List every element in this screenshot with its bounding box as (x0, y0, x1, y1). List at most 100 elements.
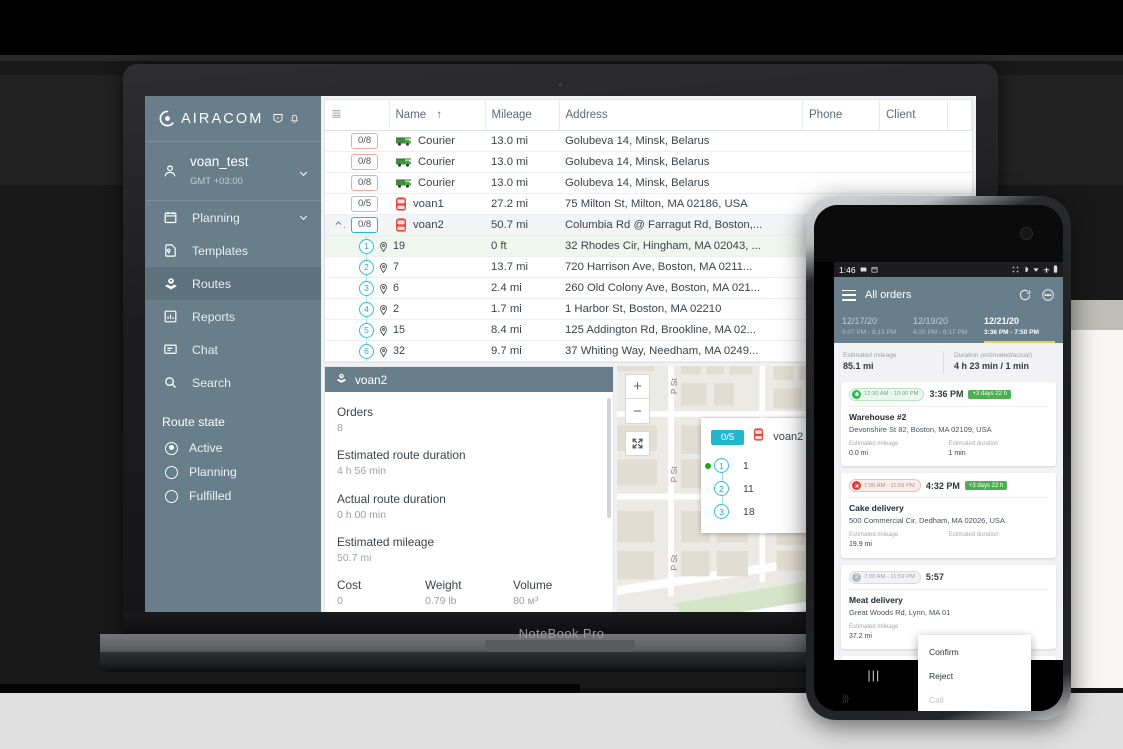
shield-icon[interactable] (272, 112, 284, 125)
screenshot-icon (860, 265, 867, 275)
date-tab[interactable]: 12/17/20 5:07 PM - 8:13 PM (842, 312, 913, 343)
bell-icon[interactable] (289, 112, 300, 125)
scrollbar[interactable] (607, 398, 611, 518)
stop-orders-count: 19 (393, 240, 406, 252)
sort-asc-icon[interactable]: ↑ (429, 109, 442, 121)
stat-label: Estimated duration (948, 532, 999, 539)
sidebar-item-search[interactable]: Search (145, 366, 321, 399)
sidebar-item-reports[interactable]: Reports (145, 300, 321, 333)
more-options-icon[interactable] (1041, 288, 1055, 302)
sidebar-item-routes[interactable]: Routes (145, 267, 321, 301)
order-stat-duration: Estimated duration (949, 531, 1049, 551)
do-not-disturb-icon (1022, 265, 1029, 275)
address-cell: Golubeva 14, Minsk, Belarus (559, 151, 803, 173)
name-cell: Courier (389, 130, 485, 152)
stat-value: 0.0 mi (849, 449, 869, 457)
popup-stop-value: 18 (743, 505, 755, 518)
route-state-label: Active (189, 441, 223, 456)
column-header-phone[interactable]: Phone (802, 100, 880, 131)
order-title: Meat delivery (849, 594, 903, 605)
field-value: 4 h 56 min (337, 465, 387, 478)
map-zoom-out-button[interactable]: − (625, 399, 650, 424)
chevron-up-icon[interactable] (331, 220, 343, 230)
popup-stop-value: 1 (743, 459, 749, 472)
route-state-option-planning[interactable]: Planning (145, 460, 321, 484)
row-end-cell (947, 130, 972, 152)
order-card[interactable]: 12:30 AM - 10:00 PM 3:36 PM +3 days 22 h… (841, 381, 1056, 467)
order-address: Great Woods Rd, Lynn, MA 01 (849, 607, 951, 617)
order-stats: Estimated mileage 19.9 mi Estimated dura… (849, 531, 1048, 551)
popup-stop-number: 1 (714, 458, 729, 473)
map-fullscreen-button[interactable] (625, 431, 650, 456)
column-settings-header[interactable] (325, 100, 390, 131)
column-header-name[interactable]: Name ↑ (389, 100, 486, 131)
app-logo[interactable]: AIRACOM (145, 96, 321, 141)
context-menu-item-call: Call (929, 695, 944, 705)
route-details-title: voan2 (355, 372, 388, 387)
fullscreen-icon (1012, 265, 1019, 275)
pin-icon (379, 346, 388, 357)
table-row[interactable]: 0/8 Courier 13.0 mi Golubeva 14, Minsk, … (325, 130, 972, 152)
recent-apps-icon[interactable]: ||| (867, 668, 880, 682)
context-menu-item-reject[interactable]: Reject (918, 664, 1031, 688)
date-tab[interactable]: 12/19/20 4:20 PM - 6:17 PM (913, 312, 984, 343)
expand-cell (325, 130, 345, 152)
refresh-icon[interactable] (1018, 288, 1032, 302)
phone-screen: 1:46 All orders 12/17/20 5:07 PM - 8:13 … (834, 262, 1063, 660)
reports-icon (162, 308, 179, 325)
chevron-down-icon[interactable] (298, 212, 309, 223)
mileage-cell: 13.0 mi (485, 172, 559, 194)
app-bar-top: All orders (842, 284, 1055, 306)
expand-cell[interactable] (325, 214, 345, 236)
client-cell (879, 151, 948, 173)
order-stats: Estimated mileage 0.0 mi Estimated durat… (849, 440, 1048, 460)
date-tab-date: 12/17/20 (842, 316, 878, 326)
date-tab-active[interactable]: 12/21/20 3:36 PM - 7:50 PM (984, 312, 1055, 343)
mileage-cell: 27.2 mi (485, 193, 559, 215)
progress-badge-cell: 0/8 (345, 130, 389, 152)
stop-name-cell: 3 6 (345, 277, 485, 299)
order-stat-mileage: Estimated mileage 19.9 mi (849, 531, 949, 551)
column-header-mileage[interactable]: Mileage (485, 100, 560, 131)
summary-label: Duration (estimated/actual) (954, 351, 1033, 359)
route-state-option-fulfilled[interactable]: Fulfilled (145, 484, 321, 508)
sidebar-item-planning[interactable]: Planning (145, 201, 321, 234)
sidebar-item-templates[interactable]: Templates (145, 234, 321, 267)
order-time: 4:32 PM (925, 480, 960, 491)
table-row[interactable]: 0/8 Courier 13.0 mi Golubeva 14, Minsk, … (325, 151, 972, 173)
route-state-label: Planning (189, 465, 237, 480)
detail-field-volume: Volume 80 м³ (513, 577, 601, 609)
phone-cell (802, 172, 880, 194)
context-menu-item-confirm[interactable]: Confirm (918, 640, 1031, 664)
chevron-down-icon[interactable] (298, 166, 309, 177)
name-cell: Courier (389, 172, 485, 194)
route-name: voan1 (413, 198, 444, 210)
hamburger-menu-icon[interactable] (842, 289, 856, 301)
order-card[interactable]: 7:00 AM - 11:59 PM 4:32 PM +3 days 22 h … (841, 473, 1056, 558)
route-state-option-active[interactable]: Active (145, 436, 321, 460)
map-zoom-in-button[interactable]: + (625, 374, 650, 399)
stop-number-icon: 2 (852, 572, 861, 582)
stop-name-cell: 5 15 (345, 319, 485, 341)
radio-icon (165, 465, 178, 479)
status-badge: 0/8 (351, 133, 379, 149)
order-title: Warehouse #2 (849, 411, 907, 422)
user-profile[interactable]: voan_test GMT +03:00 (145, 142, 321, 200)
order-card-header: 2 7:00 AM - 11:59 PM 5:57 (849, 570, 1048, 590)
phone-cell (802, 130, 880, 152)
background-band (0, 55, 1123, 61)
sidebar-item-chat[interactable]: Chat (145, 333, 321, 366)
column-header-address[interactable]: Address (559, 100, 803, 131)
field-label: Orders (337, 405, 374, 419)
phone-top-bezel (814, 205, 1063, 262)
expand-cell (325, 340, 345, 362)
route-name: voan2 (413, 219, 444, 231)
field-value: 0 h 00 min (337, 508, 387, 521)
table-row[interactable]: 0/8 Courier 13.0 mi Golubeva 14, Minsk, … (325, 172, 972, 194)
field-value: 50.7 mi (337, 552, 372, 565)
time-window-chip: 12:30 AM - 10:00 PM (849, 387, 925, 401)
column-header-client[interactable]: Client (879, 100, 948, 131)
date-tab-range: 4:20 PM - 6:17 PM (913, 328, 968, 336)
columns-icon[interactable] (331, 110, 342, 122)
popup-stop-number: 3 (714, 504, 729, 519)
